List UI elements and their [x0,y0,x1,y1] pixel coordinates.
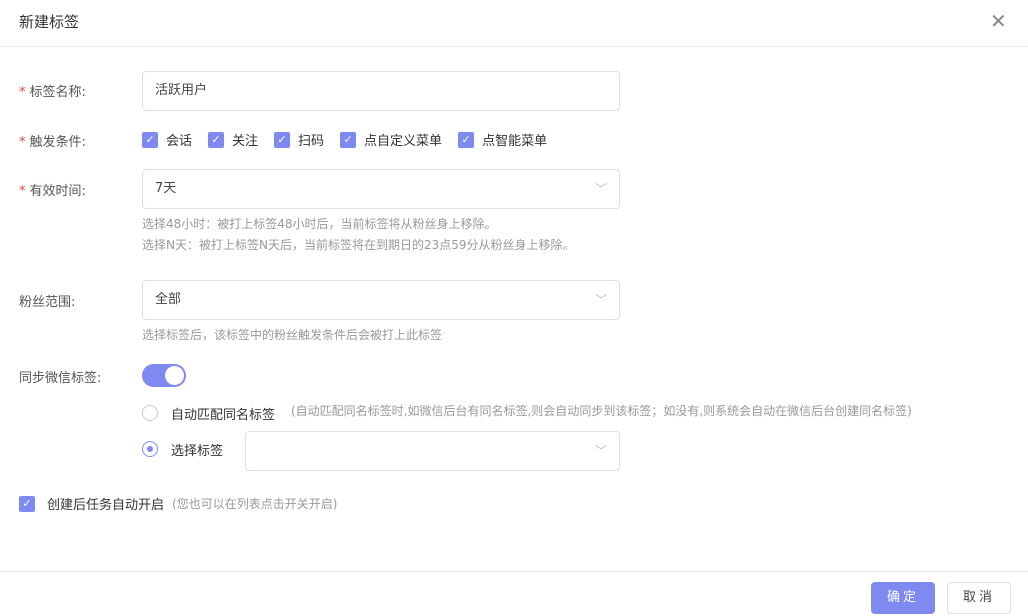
dialog-title: 新建标签 [19,13,80,31]
tag-name-input[interactable]: 活跃用户 [142,71,620,111]
validity-hint-2: 选择N天：被打上标签N天后，当前标签将在到期日的23点59分从粉丝身上移除。 [142,238,575,252]
check-icon: ✓ [142,131,158,148]
cancel-button[interactable]: 取消 [947,582,1011,614]
auto-start-hint: (您也可以在列表点击开关开启) [172,497,338,511]
auto-start-checkbox[interactable]: ✓ 创建后任务自动开启 (您也可以在列表点击开关开启) [19,494,337,513]
chevron-down-icon: ﹀ [594,293,607,307]
check-icon: ✓ [340,131,357,148]
trigger-options: ✓ 会话 ✓ 关注 ✓ 扫码 ✓ 点自定义菜单 ✓ 点智能菜单 [142,130,547,149]
validity-select[interactable]: 7天 ﹀ [142,169,620,209]
close-icon[interactable]: ✕ [990,9,1007,33]
auto-match-radio[interactable] [142,405,158,421]
dialog-header: 新建标签 ✕ [0,0,1028,47]
trigger-checkbox-smart-menu[interactable]: ✓ 点智能菜单 [458,130,547,149]
check-icon: ✓ [208,131,225,148]
fans-hint: 选择标签后，该标签中的粉丝触发条件后会被打上此标签 [142,328,443,342]
select-tag-label: 选择标签 [171,444,224,459]
chevron-down-icon: ﹀ [594,182,607,196]
select-tag-select[interactable]: ﹀ [245,431,620,471]
check-icon: ✓ [458,131,475,148]
trigger-checkbox-scan[interactable]: ✓ 扫码 [274,130,324,149]
sync-toggle[interactable] [142,364,186,387]
validity-label: * 有效时间: [19,184,86,199]
auto-start-label: 创建后任务自动开启 [47,498,165,513]
sync-label: 同步微信标签: [19,371,102,386]
validity-hint-1: 选择48小时：被打上标签48小时后，当前标签将从粉丝身上移除。 [142,217,497,231]
fans-label: 粉丝范围: [19,295,76,310]
check-icon: ✓ [19,495,35,512]
fans-select[interactable]: 全部 ﹀ [142,280,620,320]
trigger-checkbox-custom-menu[interactable]: ✓ 点自定义菜单 [340,130,442,149]
select-tag-radio[interactable] [142,441,158,457]
confirm-button[interactable]: 确定 [871,582,935,614]
auto-match-label: 自动匹配同名标签 [171,408,276,423]
chevron-down-icon: ﹀ [594,444,607,458]
trigger-label: * 触发条件: [19,135,86,150]
check-icon: ✓ [274,131,291,148]
trigger-checkbox-follow[interactable]: ✓ 关注 [208,130,258,149]
tag-name-label: * 标签名称: [19,85,86,100]
auto-match-hint: (自动匹配同名标签时,如微信后台有同名标签,则会自动同步到该标签；如没有,则系统… [291,404,912,418]
trigger-checkbox-session[interactable]: ✓ 会话 [142,130,192,149]
